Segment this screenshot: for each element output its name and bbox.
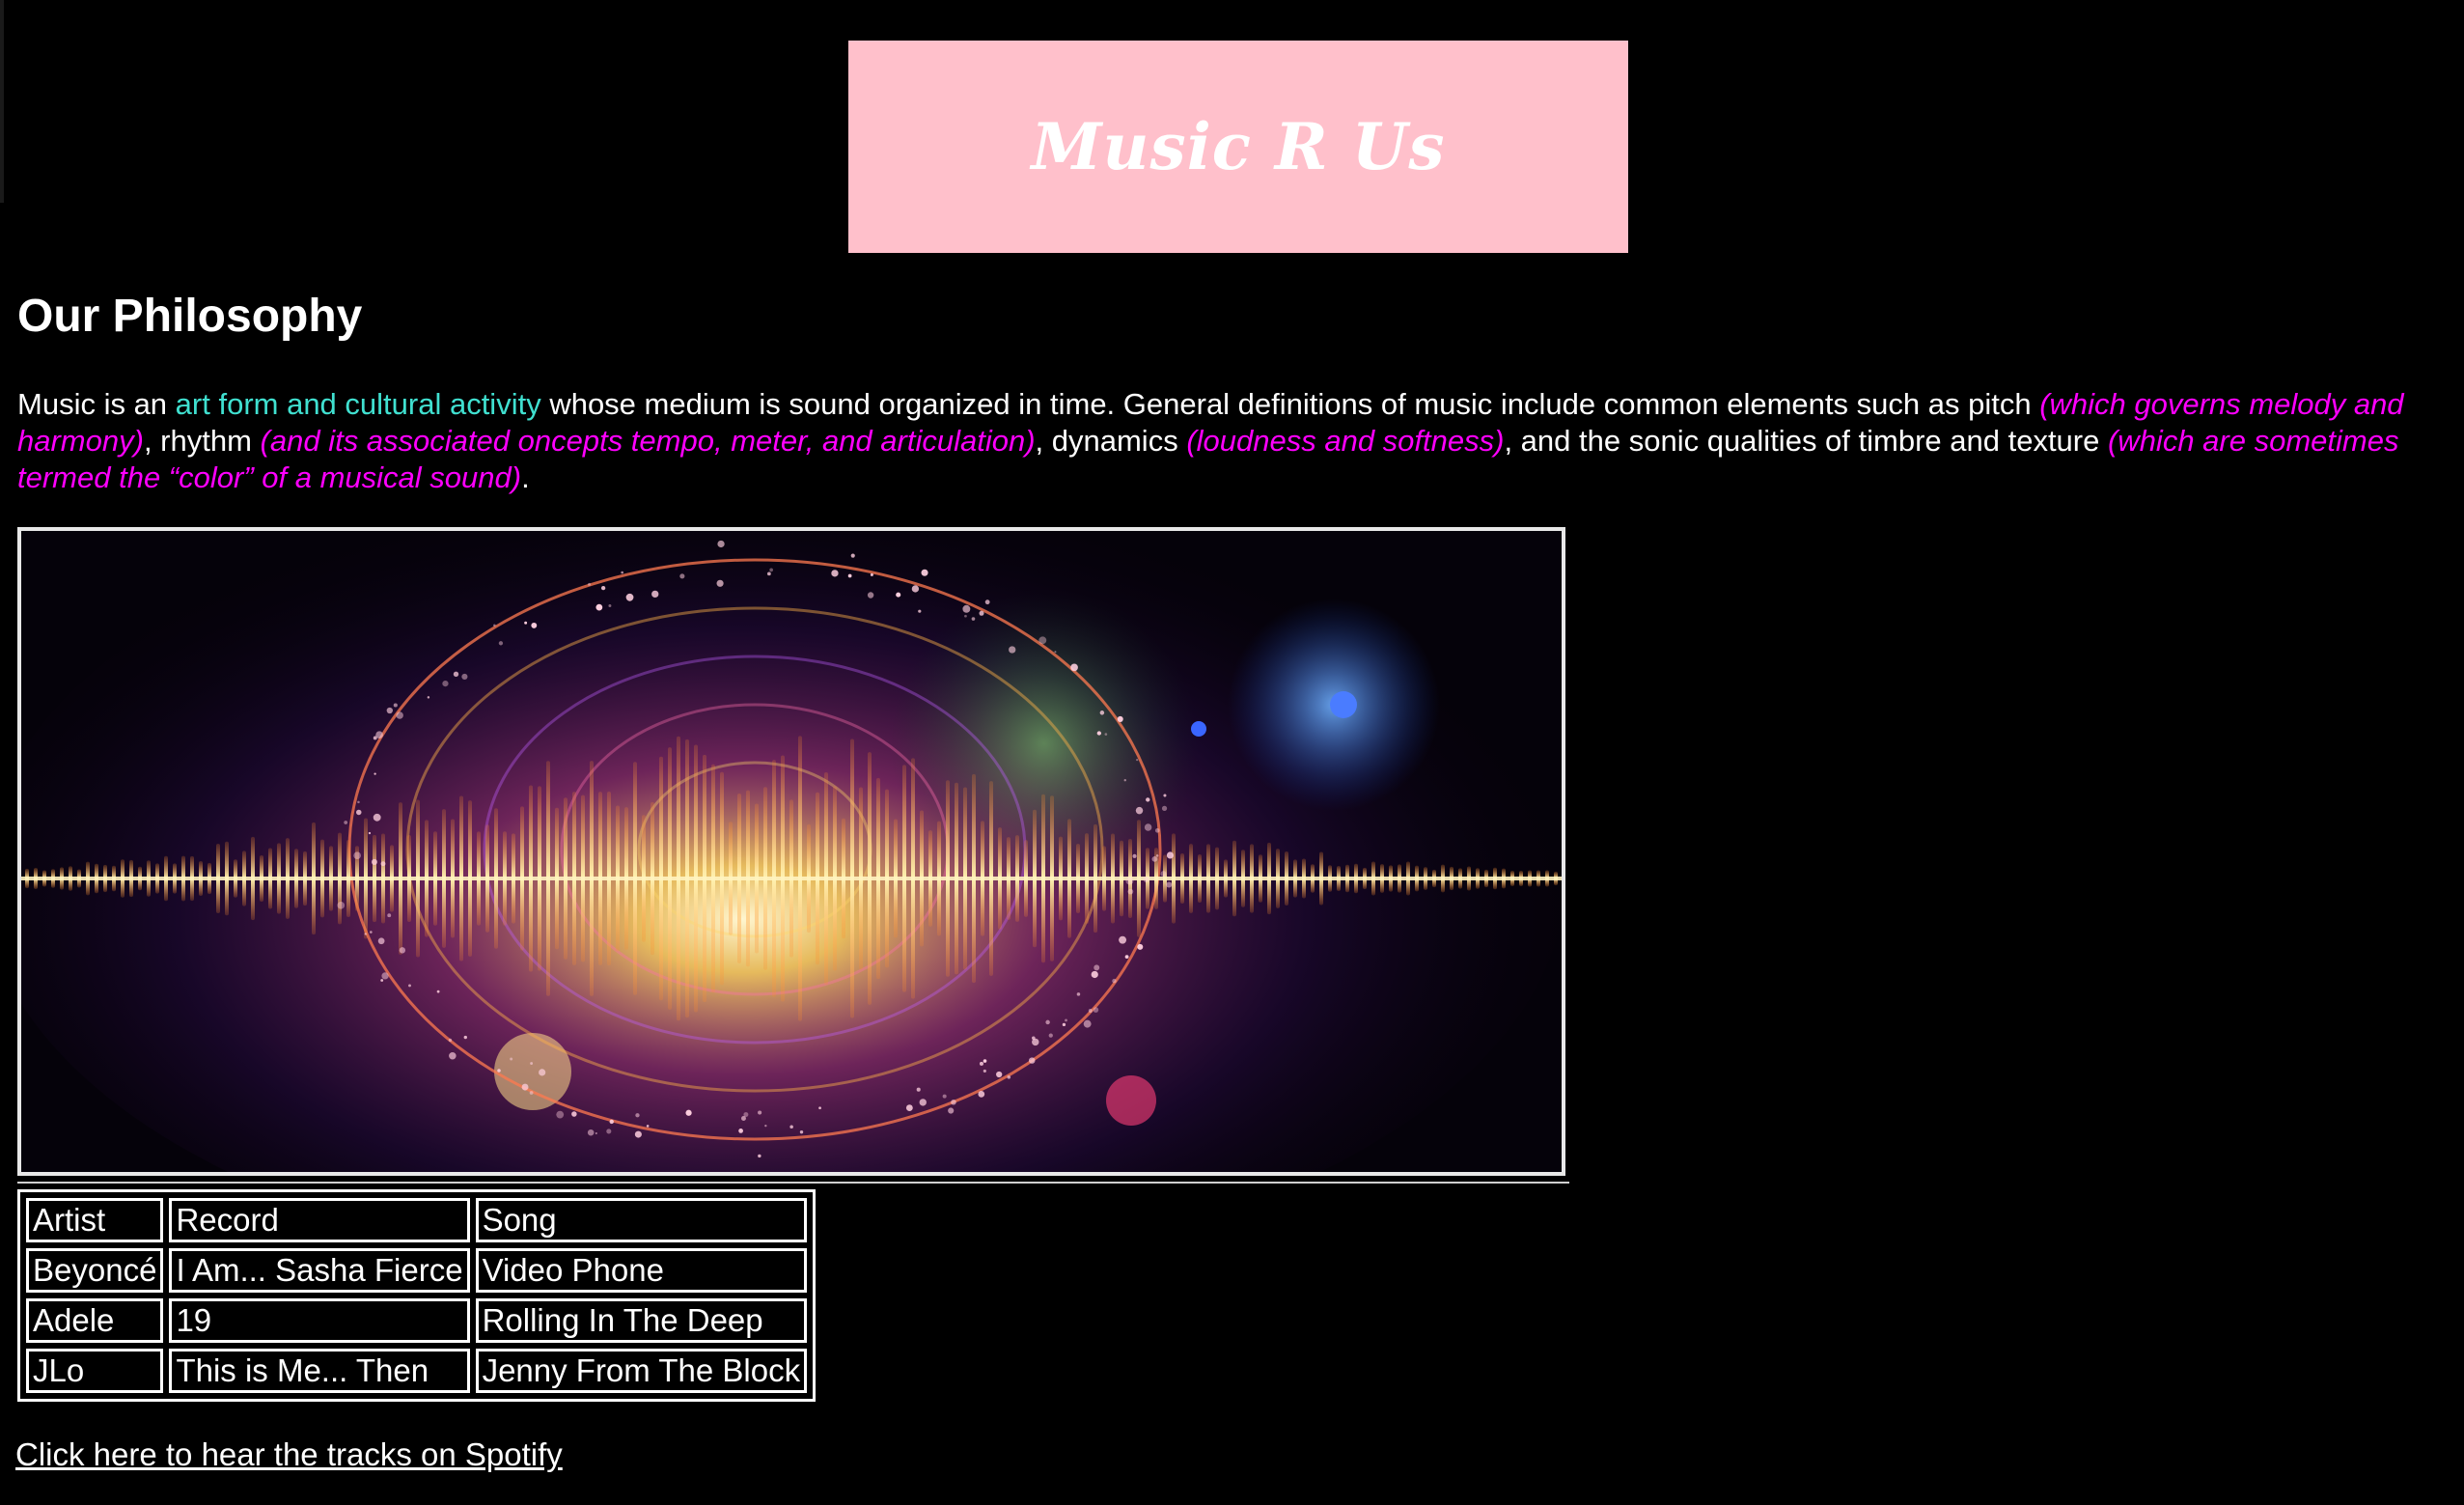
column-header-record: Record — [169, 1198, 470, 1242]
sound-wave-music-notes-icon — [21, 531, 1562, 1172]
aside-text: (and its associated oncepts tempo, meter… — [260, 424, 1036, 458]
cell-record: I Am... Sasha Fierce — [169, 1248, 470, 1293]
cell-artist: Beyoncé — [26, 1248, 164, 1293]
cell-artist: Adele — [26, 1298, 164, 1343]
highlight-text: art form and cultural activity — [175, 387, 541, 421]
philosophy-text: , dynamics — [1035, 424, 1187, 458]
window-edge — [0, 0, 4, 203]
aside-text: (loudness and softness) — [1186, 424, 1505, 458]
philosophy-text: , and the sonic qualities of timbre and … — [1504, 424, 2108, 458]
spotify-link[interactable]: Click here to hear the tracks on Spotify — [15, 1436, 563, 1473]
cell-song: Jenny From The Block — [475, 1349, 808, 1393]
table-row: Adele 19 Rolling In The Deep — [26, 1298, 808, 1343]
sound-wave-image — [17, 527, 1565, 1176]
cell-record: 19 — [169, 1298, 470, 1343]
site-title: Music R Us — [1031, 109, 1446, 184]
section-heading: Our Philosophy — [17, 291, 363, 342]
table-row: JLo This is Me... Then Jenny From The Bl… — [26, 1349, 808, 1393]
cell-artist: JLo — [26, 1349, 164, 1393]
table-row: Beyoncé I Am... Sasha Fierce Video Phone — [26, 1248, 808, 1293]
philosophy-text: . — [521, 460, 530, 494]
philosophy-paragraph: Music is an art form and cultural activi… — [17, 386, 2430, 496]
philosophy-text: whose medium is sound organized in time.… — [540, 387, 2040, 421]
divider — [17, 1182, 1569, 1184]
philosophy-text: , rhythm — [143, 424, 261, 458]
cell-record: This is Me... Then — [169, 1349, 470, 1393]
header-banner: Music R Us — [848, 41, 1628, 253]
column-header-artist: Artist — [26, 1198, 164, 1242]
tracks-table: Artist Record Song Beyoncé I Am... Sasha… — [17, 1189, 817, 1402]
philosophy-text: Music is an — [17, 387, 176, 421]
table-header-row: Artist Record Song — [26, 1198, 808, 1242]
cell-song: Rolling In The Deep — [475, 1298, 808, 1343]
column-header-song: Song — [475, 1198, 808, 1242]
cell-song: Video Phone — [475, 1248, 808, 1293]
